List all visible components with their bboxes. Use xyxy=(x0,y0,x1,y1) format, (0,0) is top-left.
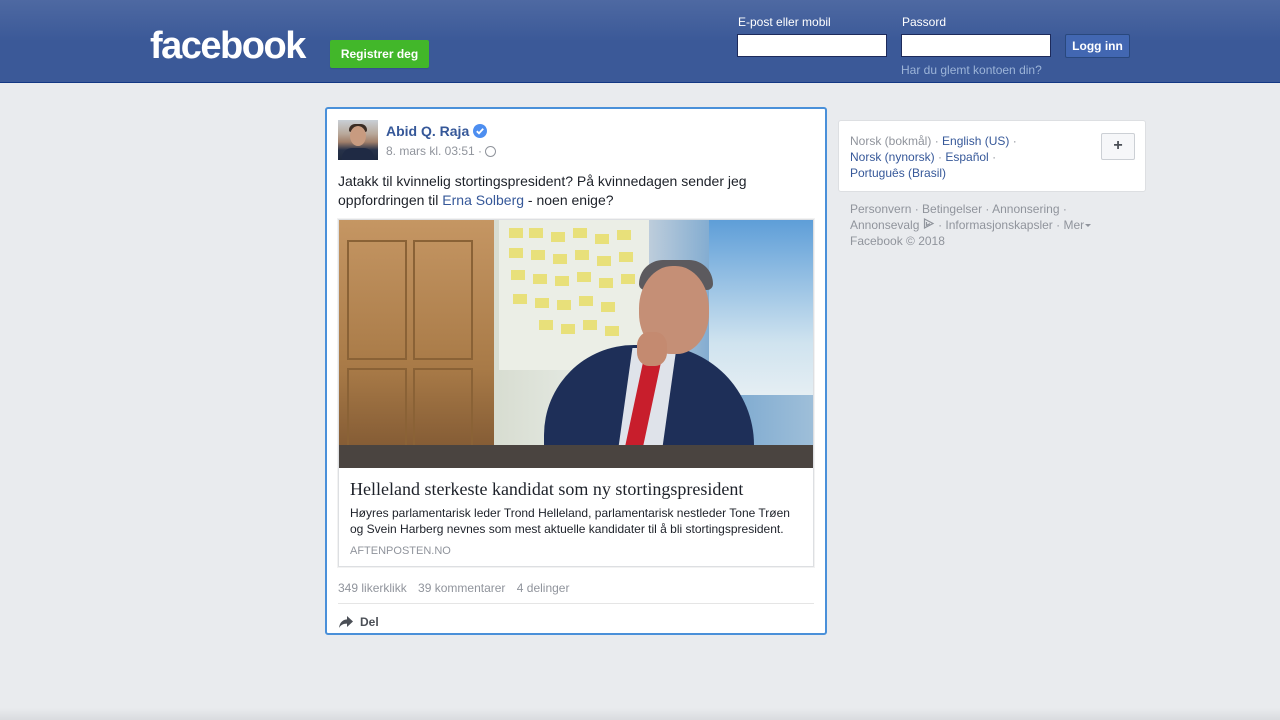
footer-link[interactable]: Betingelser xyxy=(922,202,982,216)
shares-count[interactable]: 4 delinger xyxy=(517,581,570,595)
email-label: E-post eller mobil xyxy=(738,15,831,29)
share-arrow-icon xyxy=(339,616,353,628)
photo-window xyxy=(709,220,813,395)
page-bottom-edge xyxy=(0,708,1280,720)
copyright: Facebook © 2018 xyxy=(850,234,945,248)
password-field[interactable] xyxy=(901,34,1051,57)
post-stats: 349 likerklikk 39 kommentarer 4 delinger xyxy=(338,581,577,595)
globe-icon xyxy=(485,146,496,157)
mention-link[interactable]: Erna Solberg xyxy=(442,192,524,208)
register-button[interactable]: Registrer deg xyxy=(330,40,429,68)
language-option[interactable]: Español xyxy=(945,150,988,164)
preview-title[interactable]: Helleland sterkeste kandidat som ny stor… xyxy=(350,479,805,500)
footer-link[interactable]: Annonsevalg xyxy=(850,218,919,232)
facebook-logo[interactable]: facebook xyxy=(150,26,306,66)
action-divider xyxy=(338,603,814,604)
preview-domain: AFTENPOSTEN.NO xyxy=(350,545,451,557)
language-option[interactable]: Norsk (nynorsk) xyxy=(850,150,935,164)
photo-person-hand xyxy=(637,332,667,366)
language-list: Norsk (bokmål) · English (US) · Norsk (n… xyxy=(850,134,1017,180)
photo-desk xyxy=(339,445,813,468)
current-language: Norsk (bokmål) xyxy=(850,134,932,148)
language-box: Norsk (bokmål) · English (US) · Norsk (n… xyxy=(838,120,1146,192)
post-card: Abid Q. Raja 8. mars kl. 03:51 · Jatakk … xyxy=(325,107,827,635)
footer-link[interactable]: Informasjonskapsler xyxy=(945,218,1052,232)
post-message: Jatakk til kvinnelig stortingspresident?… xyxy=(338,172,808,210)
footer-link[interactable]: Annonsering xyxy=(992,202,1059,216)
top-bar: facebook Registrer deg E-post eller mobi… xyxy=(0,0,1280,83)
footer-link[interactable]: Personvern xyxy=(850,202,911,216)
avatar-body xyxy=(342,148,374,160)
verified-badge-icon xyxy=(473,124,487,138)
language-option[interactable]: Português (Brasil) xyxy=(850,166,946,180)
preview-photo[interactable] xyxy=(339,220,813,468)
link-preview[interactable]: Helleland sterkeste kandidat som ny stor… xyxy=(338,219,814,567)
share-label: Del xyxy=(360,615,379,629)
post-date[interactable]: 8. mars kl. 03:51 · xyxy=(386,144,482,158)
comments-count[interactable]: 39 kommentarer xyxy=(418,581,505,595)
share-button[interactable]: Del xyxy=(338,613,379,631)
footer-link[interactable]: Mer xyxy=(1063,218,1084,232)
likes-count[interactable]: 349 likerklikk xyxy=(338,581,407,595)
caret-down-icon[interactable] xyxy=(1085,224,1092,227)
language-option[interactable]: English (US) xyxy=(942,134,1009,148)
password-label: Passord xyxy=(902,15,947,29)
ad-choices-icon[interactable] xyxy=(923,218,935,229)
login-button[interactable]: Logg inn xyxy=(1065,34,1130,58)
author-name[interactable]: Abid Q. Raja xyxy=(386,123,469,139)
add-language-button[interactable]: + xyxy=(1101,133,1135,160)
photo-cabinet xyxy=(339,220,494,468)
avatar-face xyxy=(350,126,366,146)
preview-description: Høyres parlamentarisk leder Trond Hellel… xyxy=(350,506,790,536)
author-avatar[interactable] xyxy=(338,120,378,160)
post-text-end: - noen enige? xyxy=(524,192,614,208)
forgot-account-link[interactable]: Har du glemt kontoen din? xyxy=(901,63,1042,77)
footer-links: Personvern · Betingelser · Annonsering ·… xyxy=(850,201,1130,249)
email-field[interactable] xyxy=(737,34,887,57)
